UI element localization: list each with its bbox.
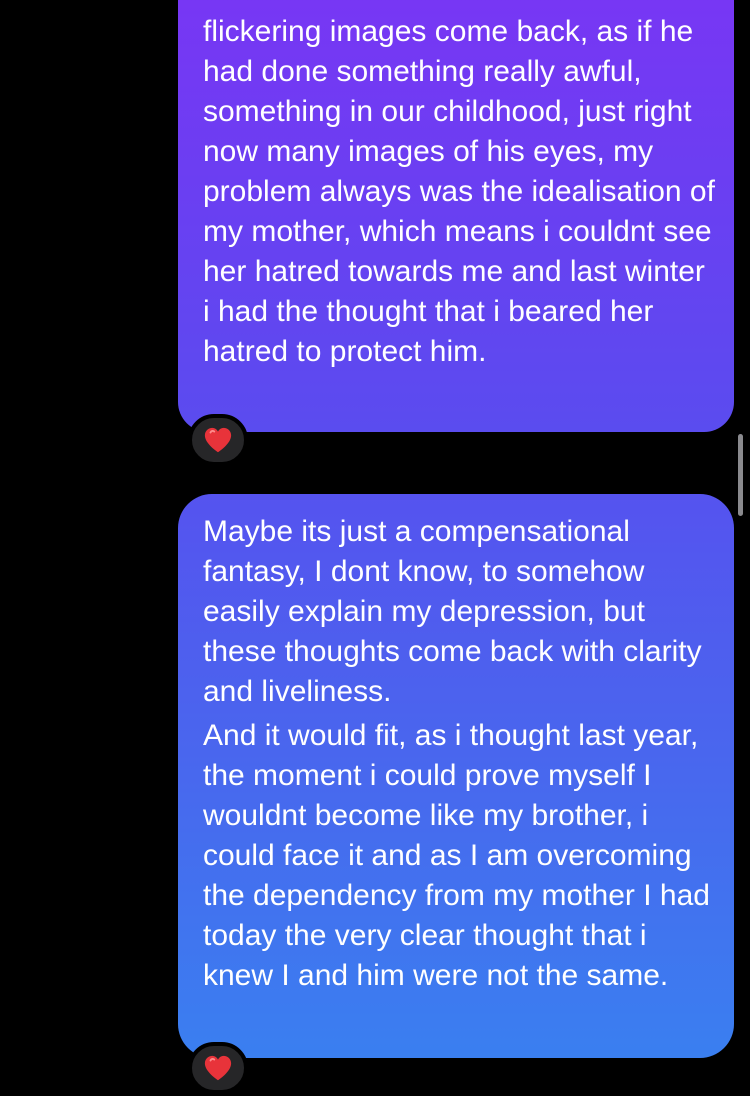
heart-reaction-badge[interactable] — [188, 1042, 248, 1094]
heart-icon — [204, 1055, 232, 1081]
message-text: flickering images come back, as if he ha… — [203, 15, 715, 368]
scroll-indicator[interactable] — [738, 434, 743, 516]
message-bubble[interactable]: flickering images come back, as if he ha… — [178, 0, 734, 432]
message-text: Maybe its just a compensational fantasy,… — [203, 515, 702, 708]
heart-icon — [204, 427, 232, 453]
heart-reaction-badge[interactable] — [188, 414, 248, 466]
message-bubble[interactable]: Maybe its just a compensational fantasy,… — [178, 494, 734, 1058]
message-text: And it would fit, as i thought last year… — [203, 719, 710, 992]
